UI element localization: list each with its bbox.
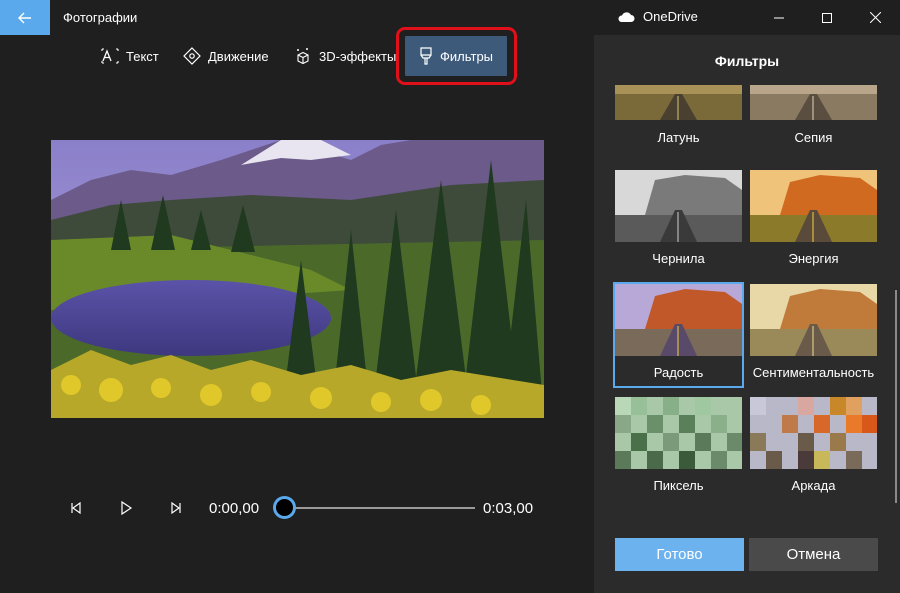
close-icon <box>869 12 881 23</box>
total-time: 0:03,00 <box>483 500 534 517</box>
filter-label: Сепия <box>794 130 833 145</box>
tool-3d-effects[interactable]: 3D-эффекты <box>294 36 396 76</box>
next-frame-button[interactable] <box>166 498 186 518</box>
filter-thumbnail <box>615 284 742 356</box>
edit-toolbar: Текст Движение 3D-эффекты Фильтры <box>0 36 594 76</box>
tool-text-label: Текст <box>126 48 159 64</box>
minimize-button[interactable] <box>756 0 802 35</box>
tool-motion-label: Движение <box>208 48 269 64</box>
tool-3d-effects-label: 3D-эффекты <box>319 48 397 64</box>
panel-title: Фильтры <box>714 53 780 69</box>
onedrive-button[interactable]: OneDrive <box>617 9 698 24</box>
filter-label: Радость <box>653 365 704 380</box>
text-icon <box>101 48 119 64</box>
app-title: Фотографии <box>63 10 138 25</box>
cloud-icon <box>618 11 635 22</box>
filter-label: Сентиментальность <box>752 365 875 380</box>
filters-brush-icon <box>420 47 432 65</box>
previous-frame-button[interactable] <box>66 498 86 518</box>
title-bar: Фотографии OneDrive <box>0 0 900 35</box>
filter-tile-brass[interactable]: Латунь <box>615 85 742 145</box>
filter-thumbnail <box>750 85 877 120</box>
filter-thumbnail <box>750 284 877 356</box>
done-button[interactable]: Готово <box>615 538 744 571</box>
play-button[interactable] <box>116 498 136 518</box>
filter-tile-sepia[interactable]: Сепия <box>750 85 877 145</box>
panel-scrollbar[interactable] <box>895 290 897 503</box>
photo-preview <box>51 140 544 418</box>
seek-track[interactable] <box>284 507 475 509</box>
filter-tile-joy[interactable]: Радость <box>613 282 744 388</box>
filter-label: Чернила <box>652 251 705 266</box>
playback-bar: 0:00,00 0:03,00 <box>0 490 594 526</box>
filter-tile-pixel[interactable]: Пиксель <box>615 397 742 493</box>
maximize-icon <box>822 12 832 23</box>
filter-thumbnail <box>615 85 742 120</box>
play-icon <box>121 501 133 515</box>
filter-thumbnail <box>750 170 877 242</box>
next-frame-icon <box>171 501 181 515</box>
tool-filters[interactable]: Фильтры <box>405 36 508 76</box>
filter-label: Энергия <box>788 251 839 266</box>
filter-label: Аркада <box>791 478 836 493</box>
filter-label: Латунь <box>657 130 700 145</box>
motion-icon <box>183 47 201 65</box>
filter-label: Пиксель <box>653 478 704 493</box>
filters-panel: Фильтры Латунь Сепия Чернила Энергия Рад… <box>594 35 900 593</box>
minimize-icon <box>774 17 784 18</box>
tool-motion[interactable]: Движение <box>183 36 269 76</box>
current-time: 0:00,00 <box>209 500 260 517</box>
onedrive-label: OneDrive <box>643 9 698 24</box>
filter-tile-energy[interactable]: Энергия <box>750 170 877 266</box>
filter-tile-arcade[interactable]: Аркада <box>750 397 877 493</box>
back-button[interactable] <box>0 0 50 35</box>
filter-thumbnail <box>615 397 742 469</box>
back-arrow-icon <box>18 12 31 23</box>
filter-grid: Латунь Сепия Чернила Энергия Радость Сен… <box>594 85 894 515</box>
3d-effects-icon <box>297 48 309 65</box>
seek-thumb[interactable] <box>273 496 296 519</box>
filter-thumbnail <box>615 170 742 242</box>
close-button[interactable] <box>852 0 898 35</box>
tool-text[interactable]: Текст <box>101 36 159 76</box>
filter-tile-sentimental[interactable]: Сентиментальность <box>750 284 877 380</box>
filter-thumbnail <box>750 397 877 469</box>
tool-filters-label: Фильтры <box>440 48 494 64</box>
filter-tile-ink[interactable]: Чернила <box>615 170 742 266</box>
previous-frame-icon <box>71 501 81 515</box>
cancel-button[interactable]: Отмена <box>749 538 878 571</box>
maximize-button[interactable] <box>804 0 850 35</box>
